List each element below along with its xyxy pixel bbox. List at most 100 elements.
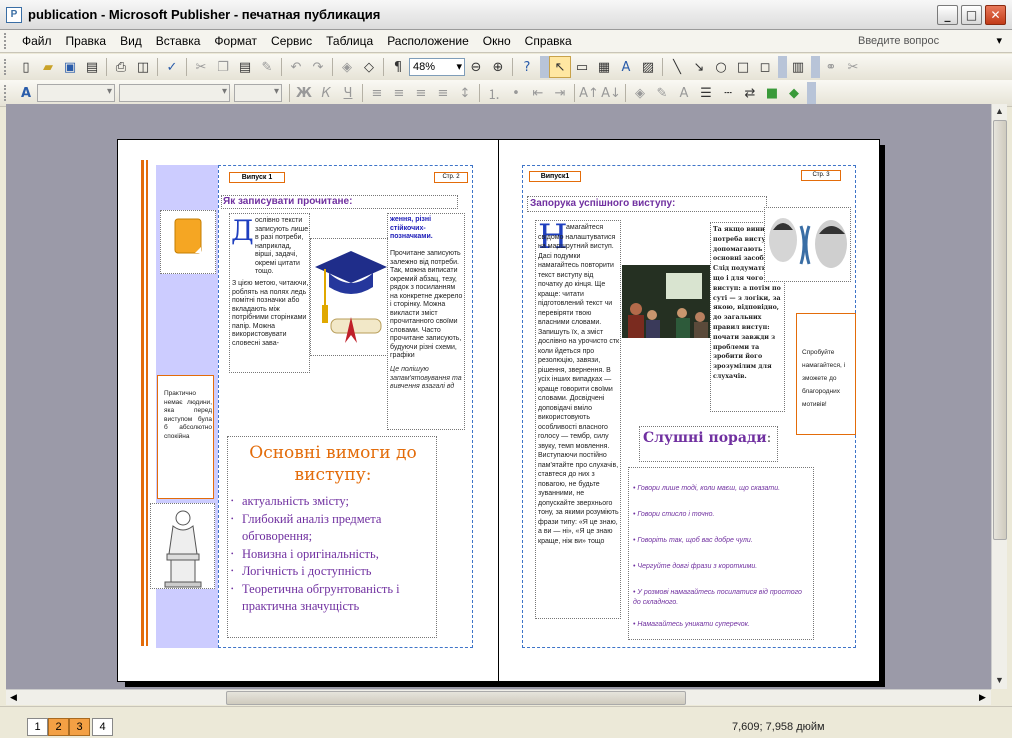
paste-icon[interactable]: ▤	[234, 56, 256, 78]
shadow-style-icon[interactable]: ■	[761, 82, 783, 104]
menu-help[interactable]: Справка	[518, 30, 579, 52]
callout-box[interactable]: Спробуйте намагайтеся, і зможете до благ…	[796, 313, 856, 435]
style-select[interactable]	[37, 84, 115, 102]
link-icon[interactable]: ⚭	[820, 56, 842, 78]
toolbar-grip[interactable]	[4, 59, 9, 75]
grow-font-icon[interactable]: A↑	[578, 82, 600, 104]
permission-icon[interactable]: ▤	[81, 56, 103, 78]
zoom-in-icon[interactable]: ⊕	[487, 56, 509, 78]
dash-style-icon[interactable]: ┄	[717, 82, 739, 104]
requirements-box[interactable]: Основні вимоги до виступу: • актуальність…	[227, 436, 437, 638]
bullets-icon[interactable]: •	[505, 82, 527, 104]
fill-color-icon[interactable]: ◈	[629, 82, 651, 104]
justify-icon[interactable]: ≡	[432, 82, 454, 104]
scroll-left-icon[interactable]: ◀	[6, 690, 21, 705]
design-gallery-icon[interactable]: ▥	[787, 56, 809, 78]
issue-label[interactable]: Випуск1	[529, 171, 581, 182]
note-picture-frame[interactable]	[160, 210, 216, 274]
tips-box[interactable]: • Говори лише тоді, коли маєш, що сказат…	[628, 467, 814, 640]
page-number[interactable]: Стр. 3	[801, 170, 841, 181]
section-heading[interactable]: Запорука успішного виступу:	[527, 196, 767, 212]
bold-icon[interactable]: Ж	[293, 82, 315, 104]
graduation-cap-picture[interactable]	[310, 238, 388, 356]
toolbar-options[interactable]	[540, 56, 549, 78]
increase-indent-icon[interactable]: ⇥	[549, 82, 571, 104]
menu-format[interactable]: Формат	[207, 30, 264, 52]
toolbar-grip[interactable]	[4, 33, 9, 49]
text-column-1[interactable]: Н амагайтеся свідомо налаштуватися на ма…	[535, 217, 621, 619]
special-characters-icon[interactable]: ¶	[387, 56, 409, 78]
menu-arrange[interactable]: Расположение	[380, 30, 476, 52]
unlink-icon[interactable]: ✂	[842, 56, 864, 78]
horizontal-scrollbar[interactable]: ◀ ▶	[6, 689, 991, 705]
zoom-select[interactable]: 48%	[409, 58, 465, 76]
font-select[interactable]	[119, 84, 230, 102]
toolbar-options[interactable]	[811, 56, 820, 78]
decrease-indent-icon[interactable]: ⇤	[527, 82, 549, 104]
page-number[interactable]: Стр. 2	[434, 172, 468, 183]
undo-icon[interactable]: ↶	[285, 56, 307, 78]
shrink-font-icon[interactable]: A↓	[600, 82, 622, 104]
new-icon[interactable]: ▯	[15, 56, 37, 78]
help-icon[interactable]: ?	[516, 56, 538, 78]
copy-icon[interactable]: ❐	[212, 56, 234, 78]
rectangle-icon[interactable]: □	[732, 56, 754, 78]
scroll-up-icon[interactable]: ▲	[992, 104, 1007, 119]
bring-forward-icon[interactable]: ◈	[336, 56, 358, 78]
menu-tools[interactable]: Сервис	[264, 30, 319, 52]
vertical-scrollbar[interactable]: ▲ ▼	[991, 104, 1007, 689]
format-painter-icon[interactable]: ✎	[256, 56, 278, 78]
line-style-icon[interactable]: ☰	[695, 82, 717, 104]
publication-workspace[interactable]: Випуск 1 Стр. 2 Як записувати прочитане:…	[6, 104, 991, 689]
toolbar-options[interactable]	[807, 82, 816, 104]
scroll-down-icon[interactable]: ▼	[992, 673, 1007, 688]
sidebar-callout[interactable]: Практично немає людини, яка перед виступ…	[157, 375, 214, 499]
line-spacing-icon[interactable]: ↕	[454, 82, 476, 104]
text-column-3[interactable]: ження, різні стійкочих-позначками. Прочи…	[387, 213, 465, 430]
menu-file[interactable]: Файл	[15, 30, 59, 52]
insert-table-icon[interactable]: ▦	[593, 56, 615, 78]
zoom-out-icon[interactable]: ⊖	[465, 56, 487, 78]
toolbar-grip[interactable]	[4, 85, 9, 101]
print-icon[interactable]: ⎙	[110, 56, 132, 78]
numbering-icon[interactable]: ⒈	[483, 82, 505, 104]
menu-insert[interactable]: Вставка	[149, 30, 208, 52]
line-icon[interactable]: ╲	[666, 56, 688, 78]
close-button[interactable]: ✕	[985, 5, 1006, 25]
menu-table[interactable]: Таблица	[319, 30, 380, 52]
tips-heading-box[interactable]: Слушні поради:	[639, 426, 778, 462]
statue-picture[interactable]	[150, 503, 215, 589]
oval-icon[interactable]: ○	[710, 56, 732, 78]
italic-icon[interactable]: К	[315, 82, 337, 104]
arrow-icon[interactable]: ↘	[688, 56, 710, 78]
align-left-icon[interactable]: ≡	[366, 82, 388, 104]
open-icon[interactable]: ▰	[37, 56, 59, 78]
align-center-icon[interactable]: ≡	[388, 82, 410, 104]
vertical-scroll-thumb[interactable]	[993, 120, 1007, 540]
3d-style-icon[interactable]: ◆	[783, 82, 805, 104]
arrow-style-icon[interactable]: ⇄	[739, 82, 761, 104]
line-color-icon[interactable]: ✎	[651, 82, 673, 104]
minimize-button[interactable]: _	[937, 5, 958, 25]
page-2[interactable]: Випуск 1 Стр. 2 Як записувати прочитане:…	[117, 139, 499, 682]
page-button-3[interactable]: 3	[69, 718, 90, 736]
styles-icon[interactable]: A	[15, 82, 37, 104]
align-right-icon[interactable]: ≡	[410, 82, 432, 104]
maximize-button[interactable]: □	[961, 5, 982, 25]
autoshapes-icon[interactable]: ◻	[754, 56, 776, 78]
text-box-icon[interactable]: ▭	[571, 56, 593, 78]
publisher-app-icon[interactable]: P	[6, 6, 22, 23]
send-backward-icon[interactable]: ◇	[358, 56, 380, 78]
select-objects-icon[interactable]: ↖	[549, 56, 571, 78]
faces-picture[interactable]	[764, 207, 851, 282]
cut-icon[interactable]: ✂	[190, 56, 212, 78]
page-button-2[interactable]: 2	[48, 718, 69, 736]
font-size-select[interactable]	[234, 84, 282, 102]
section-heading[interactable]: Як записувати прочитане:	[221, 195, 458, 209]
menu-edit[interactable]: Правка	[59, 30, 114, 52]
scroll-right-icon[interactable]: ▶	[975, 690, 990, 705]
font-color-icon[interactable]: A	[673, 82, 695, 104]
underline-icon[interactable]: Ч	[337, 82, 359, 104]
redo-icon[interactable]: ↷	[307, 56, 329, 78]
toolbar-options[interactable]	[778, 56, 787, 78]
